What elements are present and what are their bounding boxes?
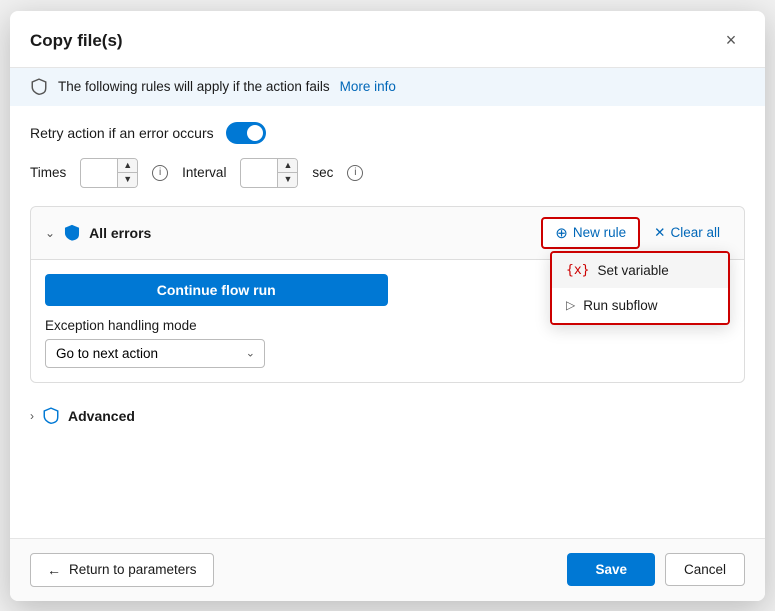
plus-icon: ⊕ [555, 224, 568, 242]
retry-row: Retry action if an error occurs [30, 122, 745, 144]
save-button[interactable]: Save [567, 553, 655, 586]
return-label: Return to parameters [69, 562, 197, 577]
clear-all-button[interactable]: ✕ Clear all [644, 220, 730, 246]
interval-increment[interactable]: ▲ [278, 159, 297, 173]
interval-decrement[interactable]: ▼ [278, 173, 297, 187]
return-to-parameters-button[interactable]: ← Return to parameters [30, 553, 214, 587]
errors-header: ⌄ All errors ⊕ New rule ✕ Clear all [31, 207, 744, 260]
dialog-body: Retry action if an error occurs Times 1 … [10, 106, 765, 538]
interval-label: Interval [182, 165, 226, 180]
arrow-left-icon: ← [47, 562, 61, 578]
interval-info-icon[interactable]: i [347, 165, 363, 181]
dialog-title: Copy file(s) [30, 31, 123, 51]
run-subflow-label: Run subflow [583, 298, 657, 313]
times-input[interactable]: 1 [81, 161, 117, 184]
run-subflow-icon: ▷ [566, 298, 575, 312]
more-info-link[interactable]: More info [340, 79, 396, 94]
new-rule-dropdown: {x} Set variable ▷ Run subflow [550, 251, 730, 325]
new-rule-label: New rule [573, 225, 626, 240]
exception-select[interactable]: Go to next action [45, 339, 265, 368]
errors-section: ⌄ All errors ⊕ New rule ✕ Clear all [30, 206, 745, 383]
exception-select-wrapper: Go to next action ⌄ [45, 339, 265, 368]
advanced-shield-icon [42, 407, 60, 425]
times-row: Times 1 ▲ ▼ i Interval 2 ▲ ▼ sec i [30, 158, 745, 188]
retry-label: Retry action if an error occurs [30, 125, 214, 141]
close-button[interactable]: × [717, 27, 745, 55]
times-decrement[interactable]: ▼ [118, 173, 137, 187]
dialog: Copy file(s) × The following rules will … [10, 11, 765, 601]
errors-header-left: ⌄ All errors [45, 224, 151, 242]
times-spinner[interactable]: 1 ▲ ▼ [80, 158, 138, 188]
dropdown-item-run-subflow[interactable]: ▷ Run subflow [552, 288, 728, 323]
errors-title: All errors [89, 225, 151, 241]
times-increment[interactable]: ▲ [118, 159, 137, 173]
dropdown-item-set-variable[interactable]: {x} Set variable [552, 253, 728, 288]
cancel-button[interactable]: Cancel [665, 553, 745, 586]
set-variable-icon: {x} [566, 263, 589, 278]
times-info-icon[interactable]: i [152, 165, 168, 181]
info-banner: The following rules will apply if the ac… [10, 68, 765, 106]
continue-flow-button[interactable]: Continue flow run [45, 274, 388, 306]
times-spinner-buttons: ▲ ▼ [117, 159, 137, 187]
dialog-footer: ← Return to parameters Save Cancel [10, 538, 765, 601]
sec-label: sec [312, 165, 333, 180]
advanced-title: Advanced [68, 408, 135, 424]
interval-spinner-buttons: ▲ ▼ [277, 159, 297, 187]
interval-input[interactable]: 2 [241, 161, 277, 184]
clear-x-icon: ✕ [654, 225, 665, 241]
shield-icon [30, 78, 48, 96]
interval-spinner[interactable]: 2 ▲ ▼ [240, 158, 298, 188]
times-label: Times [30, 165, 66, 180]
advanced-section: › Advanced [30, 399, 745, 433]
footer-right: Save Cancel [567, 553, 745, 586]
errors-shield-icon [63, 224, 81, 242]
errors-chevron-icon[interactable]: ⌄ [45, 226, 55, 240]
retry-toggle[interactable] [226, 122, 266, 144]
info-banner-text: The following rules will apply if the ac… [58, 79, 330, 94]
clear-all-label: Clear all [670, 225, 720, 240]
set-variable-label: Set variable [597, 263, 668, 278]
errors-header-right: ⊕ New rule ✕ Clear all {x} Set variable [541, 217, 730, 249]
advanced-chevron-icon[interactable]: › [30, 409, 34, 423]
dialog-header: Copy file(s) × [10, 11, 765, 68]
new-rule-button[interactable]: ⊕ New rule [541, 217, 640, 249]
